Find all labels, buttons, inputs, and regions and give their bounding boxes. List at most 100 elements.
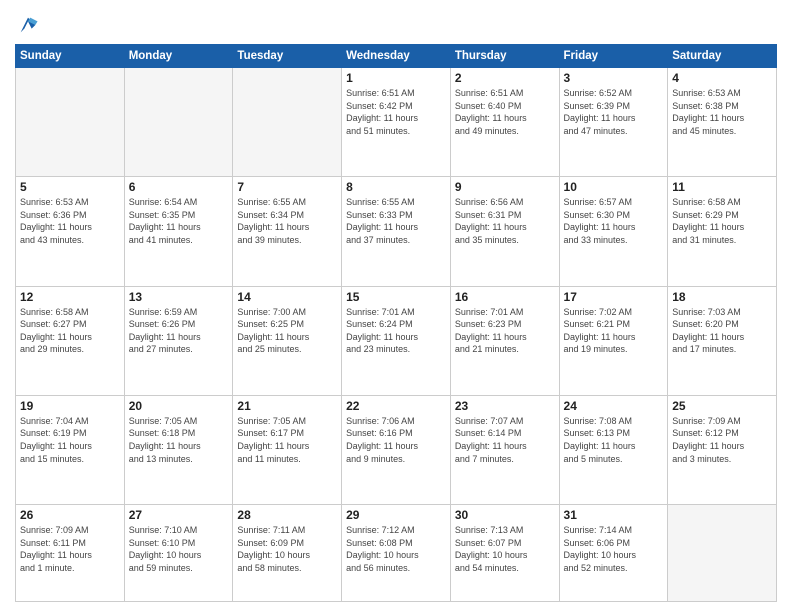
- day-info: Sunrise: 7:05 AM Sunset: 6:17 PM Dayligh…: [237, 415, 337, 465]
- day-info: Sunrise: 6:57 AM Sunset: 6:30 PM Dayligh…: [564, 196, 664, 246]
- calendar-day-cell: 11Sunrise: 6:58 AM Sunset: 6:29 PM Dayli…: [668, 177, 777, 286]
- day-info: Sunrise: 7:00 AM Sunset: 6:25 PM Dayligh…: [237, 306, 337, 356]
- calendar-day-cell: 6 Sunrise: 6:54 AM Sunset: 6:35 PM Daylig…: [124, 177, 233, 286]
- logo-icon: [17, 14, 39, 36]
- day-info: Sunrise: 6:54 AM Sunset: 6:35 PM Dayligh…: [129, 196, 229, 246]
- weekday-header: Monday: [124, 45, 233, 68]
- calendar-week-row: 1 Sunrise: 6:51 AM Sunset: 6:42 PM Daylig…: [16, 68, 777, 177]
- calendar-week-row: 26 Sunrise: 7:09 AM Sunset: 6:11 PM Dayli…: [16, 505, 777, 602]
- day-number: 28: [237, 508, 337, 522]
- day-info: Sunrise: 7:04 AM Sunset: 6:19 PM Dayligh…: [20, 415, 120, 465]
- calendar-day-cell: 18 Sunrise: 7:03 AM Sunset: 6:20 PM Dayli…: [668, 286, 777, 395]
- day-number: 1: [346, 71, 446, 85]
- day-number: 5: [20, 180, 120, 194]
- calendar-day-cell: [233, 68, 342, 177]
- calendar-day-cell: 21 Sunrise: 7:05 AM Sunset: 6:17 PM Dayli…: [233, 395, 342, 504]
- day-info: Sunrise: 6:51 AM Sunset: 6:40 PM Dayligh…: [455, 87, 555, 137]
- day-number: 21: [237, 399, 337, 413]
- calendar-day-cell: 12Sunrise: 6:58 AM Sunset: 6:27 PM Dayli…: [16, 286, 125, 395]
- day-number: 10: [564, 180, 664, 194]
- calendar-day-cell: 2 Sunrise: 6:51 AM Sunset: 6:40 PM Daylig…: [450, 68, 559, 177]
- day-info: Sunrise: 7:12 AM Sunset: 6:08 PM Dayligh…: [346, 524, 446, 574]
- calendar-day-cell: 3 Sunrise: 6:52 AM Sunset: 6:39 PM Daylig…: [559, 68, 668, 177]
- calendar-day-cell: 1 Sunrise: 6:51 AM Sunset: 6:42 PM Daylig…: [342, 68, 451, 177]
- day-number: 23: [455, 399, 555, 413]
- day-number: 16: [455, 290, 555, 304]
- day-number: 2: [455, 71, 555, 85]
- day-info: Sunrise: 6:53 AM Sunset: 6:36 PM Dayligh…: [20, 196, 120, 246]
- calendar-day-cell: 28Sunrise: 7:11 AM Sunset: 6:09 PM Dayli…: [233, 505, 342, 602]
- calendar-day-cell: 29 Sunrise: 7:12 AM Sunset: 6:08 PM Dayli…: [342, 505, 451, 602]
- day-number: 6: [129, 180, 229, 194]
- day-number: 15: [346, 290, 446, 304]
- day-number: 7: [237, 180, 337, 194]
- day-info: Sunrise: 7:08 AM Sunset: 6:13 PM Dayligh…: [564, 415, 664, 465]
- calendar-day-cell: 22 Sunrise: 7:06 AM Sunset: 6:16 PM Dayli…: [342, 395, 451, 504]
- weekday-header: Wednesday: [342, 45, 451, 68]
- day-number: 17: [564, 290, 664, 304]
- day-info: Sunrise: 6:55 AM Sunset: 6:34 PM Dayligh…: [237, 196, 337, 246]
- calendar-day-cell: [16, 68, 125, 177]
- day-number: 9: [455, 180, 555, 194]
- day-info: Sunrise: 7:01 AM Sunset: 6:24 PM Dayligh…: [346, 306, 446, 356]
- day-info: Sunrise: 7:06 AM Sunset: 6:16 PM Dayligh…: [346, 415, 446, 465]
- day-info: Sunrise: 7:01 AM Sunset: 6:23 PM Dayligh…: [455, 306, 555, 356]
- calendar-table: SundayMondayTuesdayWednesdayThursdayFrid…: [15, 44, 777, 602]
- calendar-day-cell: 27 Sunrise: 7:10 AM Sunset: 6:10 PM Dayli…: [124, 505, 233, 602]
- day-info: Sunrise: 6:51 AM Sunset: 6:42 PM Dayligh…: [346, 87, 446, 137]
- weekday-header: Saturday: [668, 45, 777, 68]
- calendar-day-cell: 23 Sunrise: 7:07 AM Sunset: 6:14 PM Dayli…: [450, 395, 559, 504]
- day-info: Sunrise: 7:10 AM Sunset: 6:10 PM Dayligh…: [129, 524, 229, 574]
- day-number: 11: [672, 180, 772, 194]
- day-number: 22: [346, 399, 446, 413]
- day-info: Sunrise: 7:03 AM Sunset: 6:20 PM Dayligh…: [672, 306, 772, 356]
- day-number: 30: [455, 508, 555, 522]
- calendar-day-cell: 9 Sunrise: 6:56 AM Sunset: 6:31 PM Daylig…: [450, 177, 559, 286]
- day-number: 29: [346, 508, 446, 522]
- day-number: 26: [20, 508, 120, 522]
- day-number: 19: [20, 399, 120, 413]
- calendar-day-cell: 10 Sunrise: 6:57 AM Sunset: 6:30 PM Dayli…: [559, 177, 668, 286]
- day-number: 18: [672, 290, 772, 304]
- day-info: Sunrise: 7:13 AM Sunset: 6:07 PM Dayligh…: [455, 524, 555, 574]
- day-info: Sunrise: 6:53 AM Sunset: 6:38 PM Dayligh…: [672, 87, 772, 137]
- calendar-day-cell: 4Sunrise: 6:53 AM Sunset: 6:38 PM Daylig…: [668, 68, 777, 177]
- day-info: Sunrise: 6:59 AM Sunset: 6:26 PM Dayligh…: [129, 306, 229, 356]
- calendar-day-cell: [668, 505, 777, 602]
- calendar-week-row: 19 Sunrise: 7:04 AM Sunset: 6:19 PM Dayli…: [16, 395, 777, 504]
- calendar-day-cell: 26 Sunrise: 7:09 AM Sunset: 6:11 PM Dayli…: [16, 505, 125, 602]
- calendar-day-cell: 17 Sunrise: 7:02 AM Sunset: 6:21 PM Dayli…: [559, 286, 668, 395]
- calendar-day-cell: 15 Sunrise: 7:01 AM Sunset: 6:24 PM Dayli…: [342, 286, 451, 395]
- calendar-week-row: 12Sunrise: 6:58 AM Sunset: 6:27 PM Dayli…: [16, 286, 777, 395]
- day-info: Sunrise: 7:09 AM Sunset: 6:11 PM Dayligh…: [20, 524, 120, 574]
- calendar-day-cell: 16 Sunrise: 7:01 AM Sunset: 6:23 PM Dayli…: [450, 286, 559, 395]
- calendar-day-cell: 30 Sunrise: 7:13 AM Sunset: 6:07 PM Dayli…: [450, 505, 559, 602]
- day-number: 20: [129, 399, 229, 413]
- page: SundayMondayTuesdayWednesdayThursdayFrid…: [0, 0, 792, 612]
- calendar-day-cell: 8 Sunrise: 6:55 AM Sunset: 6:33 PM Daylig…: [342, 177, 451, 286]
- day-number: 31: [564, 508, 664, 522]
- day-info: Sunrise: 7:14 AM Sunset: 6:06 PM Dayligh…: [564, 524, 664, 574]
- day-number: 27: [129, 508, 229, 522]
- day-info: Sunrise: 6:58 AM Sunset: 6:27 PM Dayligh…: [20, 306, 120, 356]
- calendar-day-cell: 20Sunrise: 7:05 AM Sunset: 6:18 PM Dayli…: [124, 395, 233, 504]
- calendar-day-cell: 19 Sunrise: 7:04 AM Sunset: 6:19 PM Dayli…: [16, 395, 125, 504]
- calendar-day-cell: 24Sunrise: 7:08 AM Sunset: 6:13 PM Dayli…: [559, 395, 668, 504]
- day-number: 3: [564, 71, 664, 85]
- day-info: Sunrise: 6:52 AM Sunset: 6:39 PM Dayligh…: [564, 87, 664, 137]
- day-number: 14: [237, 290, 337, 304]
- day-info: Sunrise: 7:07 AM Sunset: 6:14 PM Dayligh…: [455, 415, 555, 465]
- day-info: Sunrise: 6:55 AM Sunset: 6:33 PM Dayligh…: [346, 196, 446, 246]
- day-info: Sunrise: 6:56 AM Sunset: 6:31 PM Dayligh…: [455, 196, 555, 246]
- day-number: 8: [346, 180, 446, 194]
- logo: [15, 14, 39, 36]
- weekday-header: Friday: [559, 45, 668, 68]
- weekday-header: Tuesday: [233, 45, 342, 68]
- calendar-day-cell: [124, 68, 233, 177]
- header: [15, 10, 777, 36]
- day-info: Sunrise: 7:02 AM Sunset: 6:21 PM Dayligh…: [564, 306, 664, 356]
- calendar-header-row: SundayMondayTuesdayWednesdayThursdayFrid…: [16, 45, 777, 68]
- calendar-day-cell: 13Sunrise: 6:59 AM Sunset: 6:26 PM Dayli…: [124, 286, 233, 395]
- calendar-day-cell: 31 Sunrise: 7:14 AM Sunset: 6:06 PM Dayli…: [559, 505, 668, 602]
- calendar-day-cell: 14 Sunrise: 7:00 AM Sunset: 6:25 PM Dayli…: [233, 286, 342, 395]
